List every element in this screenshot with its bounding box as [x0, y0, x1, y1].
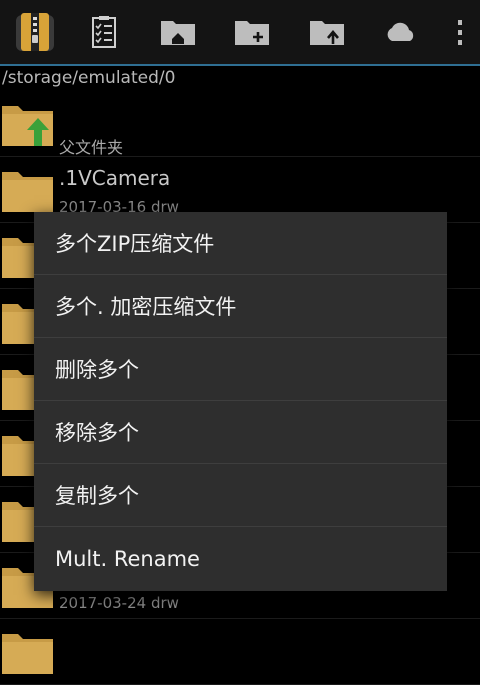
menu-item-mult-rename[interactable]: Mult. Rename — [34, 527, 447, 590]
menu-item-copy-multiple[interactable]: 复制多个 — [34, 464, 447, 527]
parent-folder-label: 父文件夹 — [59, 138, 124, 157]
file-meta: 2017-03-24 drw — [59, 594, 179, 612]
list-item[interactable] — [0, 618, 480, 685]
folder-icon — [0, 628, 54, 682]
top-toolbar — [0, 0, 480, 66]
menu-item-move-multiple[interactable]: 移除多个 — [34, 401, 447, 464]
context-menu: 多个ZIP压缩文件 多个. 加密压缩文件 删除多个 移除多个 复制多个 Mult… — [34, 212, 447, 591]
upload-folder-icon[interactable] — [304, 0, 350, 64]
file-name: .1VCamera — [59, 166, 171, 190]
menu-item-delete-multiple[interactable]: 删除多个 — [34, 338, 447, 401]
parent-folder-icon — [0, 100, 54, 156]
parent-folder-row[interactable]: 父文件夹 — [0, 90, 480, 157]
current-path: /storage/emulated/0 — [2, 68, 176, 88]
checklist-icon[interactable] — [82, 0, 126, 64]
menu-item-multi-encrypt-zip[interactable]: 多个. 加密压缩文件 — [34, 275, 447, 338]
menu-item-multi-zip[interactable]: 多个ZIP压缩文件 — [34, 212, 447, 275]
new-folder-icon[interactable] — [229, 0, 275, 64]
home-folder-icon[interactable] — [155, 0, 201, 64]
more-vert-icon[interactable] — [448, 0, 472, 64]
app-logo-icon[interactable] — [10, 0, 60, 64]
cloud-icon[interactable] — [378, 0, 424, 64]
